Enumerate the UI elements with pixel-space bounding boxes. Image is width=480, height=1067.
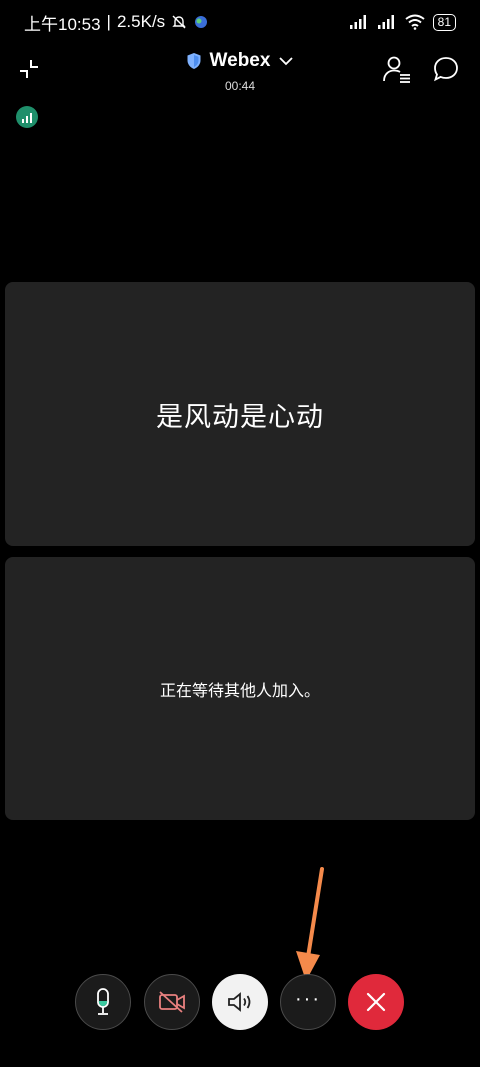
status-divider: | — [106, 12, 111, 31]
shield-icon — [187, 53, 201, 69]
cell-signal-icon — [349, 15, 366, 29]
call-controls: ··· — [0, 974, 480, 1032]
participant-name: 是风动是心动 — [156, 401, 324, 432]
meeting-screen: 上午10:53 | 2.5K/s 81 Webex 00:44 是风动是心动 正… — [0, 0, 480, 1067]
battery-indicator: 81 — [432, 13, 456, 31]
more-options-button[interactable]: ··· — [280, 974, 336, 1030]
video-off-icon — [159, 991, 185, 1013]
chevron-down-icon[interactable] — [278, 55, 294, 67]
status-right: 81 — [349, 13, 456, 31]
mute-notification-icon — [172, 15, 186, 29]
status-time: 上午10:53 — [24, 14, 101, 34]
close-icon — [366, 992, 386, 1012]
network-speed: 2.5K/s — [116, 12, 166, 31]
end-call-button[interactable] — [348, 974, 404, 1030]
wifi-icon — [405, 14, 425, 30]
chat-icon[interactable] — [432, 55, 460, 83]
meeting-header: Webex 00:44 — [0, 48, 480, 98]
participant-tile[interactable]: 是风动是心动 — [5, 282, 475, 546]
more-dots-icon: ··· — [295, 988, 321, 1010]
waiting-message: 正在等待其他人加入。 — [159, 682, 320, 700]
meeting-title-row[interactable]: Webex — [186, 50, 295, 72]
meeting-title: Webex — [209, 50, 271, 71]
mute-button[interactable] — [75, 974, 131, 1030]
app-notification-icon — [195, 16, 208, 28]
status-left: 上午10:53 | 2.5K/s — [24, 10, 209, 35]
cell-signal-2-icon — [377, 15, 394, 29]
microphone-icon — [97, 988, 109, 1015]
signal-strength-icon[interactable] — [16, 106, 38, 128]
participants-icon[interactable] — [382, 54, 412, 84]
audio-button[interactable] — [212, 974, 268, 1030]
status-bar: 上午10:53 | 2.5K/s 81 — [0, 0, 480, 44]
speaker-icon — [228, 992, 251, 1012]
annotation-arrow-icon — [296, 867, 324, 981]
waiting-tile: 正在等待其他人加入。 — [5, 557, 475, 820]
video-toggle-button[interactable] — [144, 974, 200, 1030]
